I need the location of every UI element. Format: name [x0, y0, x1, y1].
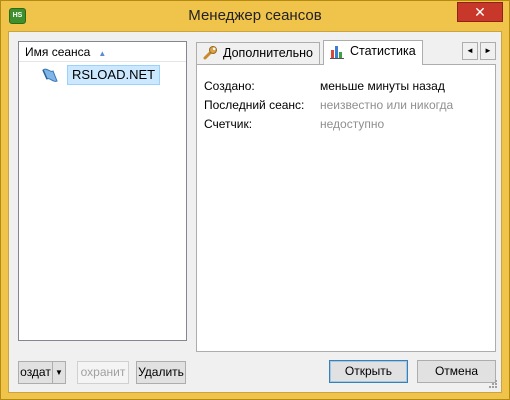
tab-advanced-label: Дополнительно — [223, 46, 313, 60]
last-session-value: неизвестно или никогда — [320, 98, 454, 112]
tab-scroll-right[interactable]: ► — [480, 42, 496, 60]
counter-value: недоступно — [320, 117, 385, 131]
bar-chart-icon — [330, 46, 344, 59]
dialog-body: Имя сеанса ▲ RSLOAD.NET Дополнительно Ст… — [8, 31, 502, 393]
wrench-icon — [203, 46, 217, 60]
create-button[interactable]: оздат ▼ — [18, 361, 66, 384]
tree-item-label: RSLOAD.NET — [67, 65, 161, 85]
chevron-down-icon[interactable]: ▼ — [52, 362, 65, 383]
chevron-right-icon: ► — [484, 46, 492, 55]
tab-strip: Дополнительно Статистика ◄ ► — [196, 40, 496, 65]
tab-advanced[interactable]: Дополнительно — [196, 42, 320, 64]
sort-ascending-icon: ▲ — [98, 49, 107, 58]
close-icon: ✕ — [474, 4, 486, 20]
window-title: Менеджер сеансов — [188, 7, 322, 24]
create-button-label: оздат — [20, 365, 51, 379]
session-icon — [42, 68, 58, 82]
tab-scroll-left[interactable]: ◄ — [462, 42, 478, 60]
chevron-left-icon: ◄ — [466, 46, 474, 55]
tree-header-label: Имя сеанса — [25, 45, 91, 59]
created-value: меньше минуты назад — [320, 79, 445, 93]
save-button[interactable]: охранит — [77, 361, 129, 384]
counter-label: Счетчик: — [204, 117, 253, 131]
resize-grip-icon[interactable] — [488, 379, 498, 389]
tab-statistics-label: Статистика — [350, 44, 416, 58]
last-session-label: Последний сеанс: — [204, 98, 305, 112]
title-bar[interactable]: HS Менеджер сеансов ✕ — [1, 1, 509, 31]
tab-statistics[interactable]: Статистика — [323, 40, 423, 65]
session-manager-window: HS Менеджер сеансов ✕ Имя сеанса ▲ RSLOAD… — [0, 0, 510, 400]
open-button[interactable]: Открыть — [329, 360, 408, 383]
delete-button[interactable]: Удалить — [136, 361, 186, 384]
created-label: Создано: — [204, 79, 255, 93]
statistics-panel: Создано: меньше минуты назад Последний с… — [196, 64, 496, 352]
close-button[interactable]: ✕ — [457, 2, 503, 22]
session-tree[interactable]: Имя сеанса ▲ RSLOAD.NET — [18, 41, 187, 341]
tree-column-header[interactable]: Имя сеанса ▲ — [19, 42, 186, 62]
cancel-button[interactable]: Отмена — [417, 360, 496, 383]
